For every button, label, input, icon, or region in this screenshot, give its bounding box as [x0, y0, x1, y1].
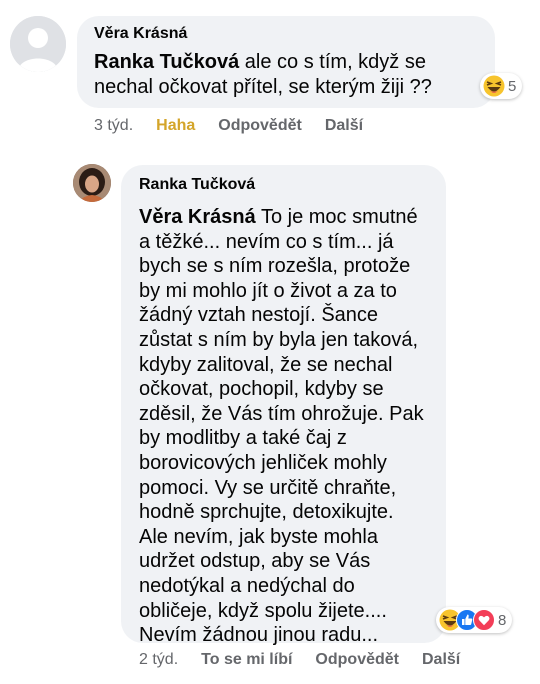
comment-text: Věra Krásná To je moc smutné a těžké... … [139, 205, 439, 648]
comment-bubble: Ranka Tučková Věra Krásná To je moc smut… [121, 165, 446, 646]
reaction-summary[interactable]: 8 [436, 607, 513, 633]
timestamp[interactable]: 2 týd. [139, 651, 178, 669]
default-avatar-icon[interactable] [10, 16, 66, 72]
comment-actions: 2 týd. To se mi líbí Odpovědět Další [139, 651, 483, 669]
comment-text: Ranka Tučková ale co s tím, když se nech… [94, 50, 489, 99]
haha-emoji-icon [483, 75, 505, 97]
reaction-count: 5 [508, 77, 517, 95]
comment-actions: 3 týd. Haha Odpovědět Další [94, 117, 386, 135]
more-button[interactable]: Další [325, 117, 363, 135]
reply-button[interactable]: Odpovědět [218, 117, 302, 135]
mention-link[interactable]: Ranka Tučková [94, 51, 239, 73]
comment-author[interactable]: Ranka Tučková [139, 176, 255, 194]
comment-bubble: Věra Krásná Ranka Tučková ale co s tím, … [77, 16, 495, 108]
mention-link[interactable]: Věra Krásná [139, 206, 256, 228]
reaction-count: 8 [498, 611, 507, 629]
timestamp[interactable]: 3 týd. [94, 117, 133, 135]
reaction-summary[interactable]: 5 [480, 73, 523, 99]
like-button[interactable]: To se mi líbí [201, 651, 292, 669]
comment-body: To je moc smutné a těžké... nevím co s t… [139, 206, 424, 647]
more-button[interactable]: Další [422, 651, 460, 669]
comment-author[interactable]: Věra Krásná [94, 25, 187, 43]
reply-button[interactable]: Odpovědět [315, 651, 399, 669]
profile-photo[interactable] [73, 164, 111, 202]
haha-button[interactable]: Haha [156, 117, 195, 135]
love-emoji-icon [473, 609, 495, 631]
